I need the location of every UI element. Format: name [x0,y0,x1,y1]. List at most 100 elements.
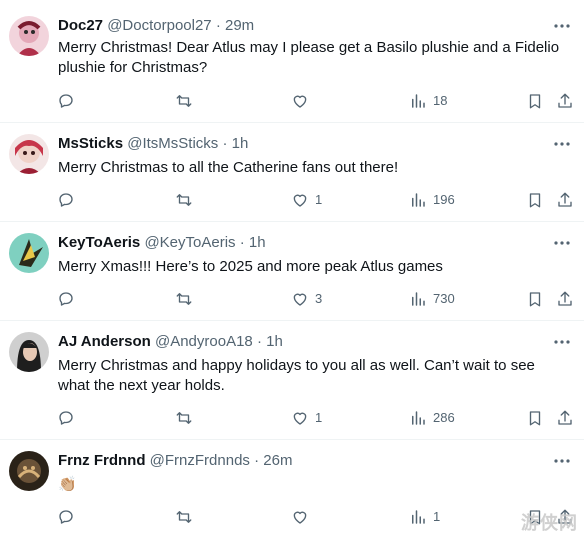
reply-icon [57,508,75,526]
post-time[interactable]: 1h [266,333,283,350]
avatar[interactable] [9,332,49,372]
views-count: 730 [433,291,455,306]
display-name[interactable]: KeyToAeris [58,234,140,251]
views-button[interactable]: 286 [409,408,455,428]
share-icon [556,290,574,308]
repost-button[interactable] [175,190,199,210]
reply-button[interactable] [57,91,81,111]
views-count: 286 [433,410,455,425]
bookmark-button[interactable] [526,91,544,111]
views-button[interactable]: 196 [409,190,455,210]
bookmark-icon [526,409,544,427]
repost-button[interactable] [175,408,199,428]
watermark: 游侠网 [521,513,578,533]
bookmark-icon [526,92,544,110]
post-doc27[interactable]: Doc27 @Doctorpool27 · 29m Merry Christma… [0,0,584,123]
user-handle[interactable]: @AndyrooA18 [155,333,253,350]
views-button[interactable]: 730 [409,289,455,309]
separator-dot: · [239,234,245,251]
share-button[interactable] [556,408,574,428]
post-time[interactable]: 1h [249,234,266,251]
action-bar: 1 [0,507,584,527]
bookmark-button[interactable] [526,289,544,309]
bookmark-icon [526,290,544,308]
post-time[interactable]: 29m [225,17,254,34]
repost-button[interactable] [175,507,199,527]
user-handle[interactable]: @ItsMsSticks [127,135,218,152]
post-text: Merry Xmas!!! Here’s to 2025 and more pe… [58,258,443,275]
post-header: AJ Anderson @AndyrooA18 · 1h [58,332,544,352]
display-name[interactable]: Doc27 [58,17,103,34]
reply-button[interactable] [57,408,81,428]
like-button[interactable]: 3 [291,289,322,309]
post-text: Merry Christmas and happy holidays to yo… [58,357,535,394]
post-frnz-frdnnd[interactable]: Frnz Frdnnd @FrnzFrdnnds · 26m 👏🏼 1 [0,440,584,543]
share-button[interactable] [556,190,574,210]
share-icon [556,191,574,209]
action-bar: 1 286 [0,408,584,428]
share-icon [556,92,574,110]
views-button[interactable]: 18 [409,91,447,111]
share-button[interactable] [556,289,574,309]
more-icon[interactable] [552,233,572,253]
views-icon [409,409,427,427]
post-text: 👏🏼 [58,476,77,493]
reply-icon [57,191,75,209]
more-icon[interactable] [552,134,572,154]
views-count: 18 [433,93,448,108]
share-button[interactable] [556,91,574,111]
like-button[interactable] [291,507,315,527]
avatar[interactable] [9,451,49,491]
reply-icon [57,290,75,308]
reply-icon [57,92,75,110]
post-time[interactable]: 1h [232,135,249,152]
post-header: Doc27 @Doctorpool27 · 29m [58,16,544,36]
repost-button[interactable] [175,91,199,111]
repost-icon [175,92,193,110]
user-handle[interactable]: @KeyToAeris [144,234,235,251]
views-button[interactable]: 1 [409,507,440,527]
separator-dot: · [215,17,221,34]
repost-icon [175,191,193,209]
post-keytoaeris[interactable]: KeyToAeris @KeyToAeris · 1h Merry Xmas!!… [0,222,584,321]
separator-dot: · [254,452,260,469]
views-icon [409,290,427,308]
display-name[interactable]: Frnz Frdnnd [58,452,145,469]
repost-button[interactable] [175,289,199,309]
display-name[interactable]: MsSticks [58,135,123,152]
action-bar: 3 730 [0,289,584,309]
avatar[interactable] [9,233,49,273]
bookmark-button[interactable] [526,190,544,210]
avatar[interactable] [9,16,49,56]
post-aj-anderson[interactable]: AJ Anderson @AndyrooA18 · 1h Merry Chris… [0,321,584,440]
post-mssticks[interactable]: MsSticks @ItsMsSticks · 1h Merry Christm… [0,123,584,222]
like-button[interactable]: 1 [291,408,322,428]
user-handle[interactable]: @FrnzFrdnnds [150,452,250,469]
more-icon[interactable] [552,451,572,471]
action-bar: 18 [0,91,584,111]
like-icon [291,191,309,209]
more-icon[interactable] [552,16,572,36]
like-button[interactable] [291,91,315,111]
reply-icon [57,409,75,427]
reply-button[interactable] [57,289,81,309]
views-icon [409,191,427,209]
avatar[interactable] [9,134,49,174]
post-text: Merry Christmas! Dear Atlus may I please… [58,39,560,76]
bookmark-button[interactable] [526,408,544,428]
like-button[interactable]: 1 [291,190,322,210]
user-handle[interactable]: @Doctorpool27 [107,17,211,34]
reply-button[interactable] [57,190,81,210]
post-time[interactable]: 26m [263,452,292,469]
post-text: Merry Christmas to all the Catherine fan… [58,159,399,176]
reply-button[interactable] [57,507,81,527]
views-count: 1 [433,509,441,524]
repost-icon [175,508,193,526]
separator-dot: · [256,333,262,350]
more-icon[interactable] [552,332,572,352]
like-count: 1 [315,410,323,425]
views-icon [409,508,427,526]
like-count: 3 [315,291,323,306]
display-name[interactable]: AJ Anderson [58,333,151,350]
post-header: KeyToAeris @KeyToAeris · 1h [58,233,544,253]
